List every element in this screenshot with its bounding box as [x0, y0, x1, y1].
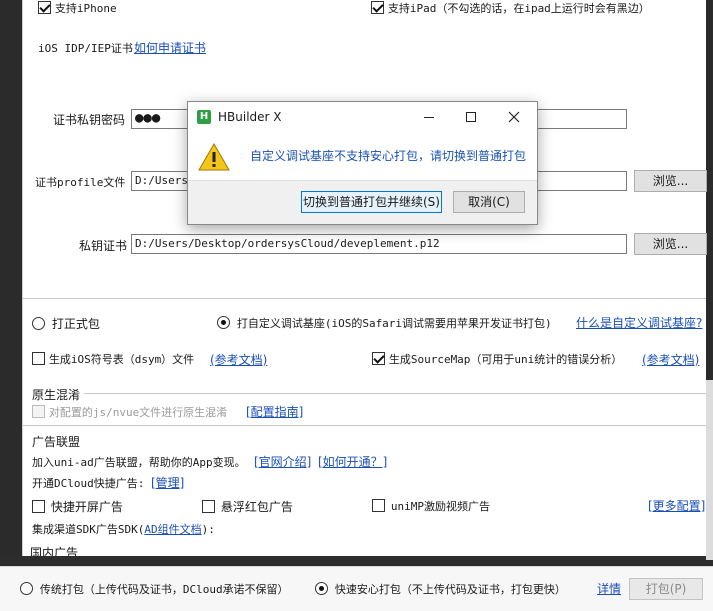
- private-key-label: 私钥证书: [79, 239, 128, 253]
- details-link[interactable]: 详情: [597, 580, 621, 597]
- ad-section-divider: [23, 425, 706, 426]
- support-iphone-label: 支持iPhone: [54, 2, 117, 15]
- apply-cert-link[interactable]: 如何申请证书: [134, 39, 206, 56]
- close-icon[interactable]: [501, 106, 527, 128]
- custom-debug-option[interactable]: 打自定义调试基座(iOS的Safari调试需要用苹果开发证书打包): [217, 315, 552, 331]
- bottom-bar: 传统打包（上传代码及证书，DCloud承诺不保留） 快速安心打包（不上传代码及证…: [0, 566, 713, 611]
- hbuilder-logo-icon: H: [197, 110, 211, 124]
- ad-open-text: 开通DCloud快捷广告:: [32, 477, 145, 490]
- ad-intro-link[interactable]: [官网介绍]: [254, 453, 311, 470]
- sourcemap-checkbox[interactable]: [372, 352, 385, 365]
- float-red-ad-label: 悬浮红包广告: [220, 500, 293, 514]
- private-key-input[interactable]: D:/Users/Desktop/ordersysCloud/devepleme…: [131, 234, 627, 254]
- splash-ad-checkbox[interactable]: [32, 500, 45, 513]
- formal-package-radio[interactable]: [32, 317, 45, 330]
- what-is-custom-debug-link[interactable]: 什么是自定义调试基座?: [576, 314, 702, 331]
- formal-package-label: 打正式包: [51, 317, 100, 331]
- fast-safe-pack-option[interactable]: 快速安心打包（不上传代码及证书，打包更快）: [315, 581, 566, 597]
- left-dark-panel: [0, 0, 22, 560]
- fast-safe-pack-radio[interactable]: [315, 582, 328, 595]
- dialog-message: 自定义调试基座不支持安心打包，请切换到普通打包: [250, 149, 527, 163]
- dialog-content: 自定义调试基座不支持安心打包，请切换到普通打包: [188, 132, 537, 180]
- private-key-browse-button[interactable]: 浏览...: [634, 233, 707, 255]
- support-iphone-checkbox[interactable]: [38, 1, 51, 14]
- ad-how-link[interactable]: [如何开通？]: [318, 453, 387, 470]
- unimp-video-ad-option[interactable]: uniMP激励视频广告: [372, 498, 490, 514]
- unimp-video-ad-label: uniMP激励视频广告: [390, 500, 490, 513]
- sourcemap-label: 生成SourceMap（可用于uni统计的错误分析）: [388, 353, 623, 366]
- dialog-title: HBuilder X: [218, 110, 282, 124]
- splash-ad-option[interactable]: 快捷开屏广告: [32, 498, 123, 515]
- maximize-icon[interactable]: [458, 106, 484, 128]
- formal-package-option[interactable]: 打正式包: [32, 315, 100, 332]
- obfuscate-guide-link[interactable]: [配置指南]: [246, 403, 303, 420]
- cert-profile-browse-button[interactable]: 浏览...: [634, 170, 707, 192]
- support-ipad-label: 支持iPad（不勾选的话，在ipad上运行时会有黑边）: [387, 2, 650, 15]
- dsym-option[interactable]: 生成iOS符号表（dsym）文件: [32, 351, 194, 367]
- splash-ad-label: 快捷开屏广告: [50, 500, 123, 514]
- unimp-video-ad-checkbox[interactable]: [372, 499, 385, 512]
- support-iphone-option[interactable]: 支持iPhone: [38, 0, 117, 16]
- right-dark-strip: [706, 0, 713, 380]
- ad-sdk-prefix: 集成渠道SDK广告SDK(: [32, 523, 145, 536]
- native-mix-divider: [84, 393, 706, 394]
- switch-to-normal-pack-button[interactable]: 切换到普通打包并继续(S): [301, 191, 442, 213]
- cert-type-label: iOS IDP/IEP证书: [38, 42, 133, 55]
- custom-debug-radio[interactable]: [217, 316, 230, 329]
- cert-password-label: 证书私钥密码: [53, 113, 126, 127]
- obfuscate-option: 对配置的js/nvue文件进行原生混淆: [32, 404, 227, 420]
- scrollbar-thumb[interactable]: [706, 380, 713, 560]
- native-mix-title: 原生混淆: [32, 388, 81, 402]
- obfuscate-label: 对配置的js/nvue文件进行原生混淆: [48, 406, 228, 419]
- ad-sdk-text: 集成渠道SDK广告SDK(AD组件文档):: [32, 521, 215, 537]
- obfuscate-checkbox: [32, 405, 45, 418]
- dialog-footer: 切换到普通打包并继续(S) 取消(C): [188, 180, 537, 224]
- pack-button[interactable]: 打包(P): [629, 578, 703, 600]
- dsym-doc-link[interactable]: (参考文档): [210, 351, 267, 368]
- traditional-pack-option[interactable]: 传统打包（上传代码及证书，DCloud承诺不保留）: [20, 581, 289, 597]
- fast-safe-pack-label: 快速安心打包（不上传代码及证书，打包更快）: [334, 583, 566, 596]
- sourcemap-option[interactable]: 生成SourceMap（可用于uni统计的错误分析）: [372, 351, 622, 367]
- sourcemap-doc-link[interactable]: (参考文档): [642, 351, 699, 368]
- section-divider: [23, 298, 706, 299]
- minimize-icon[interactable]: [416, 106, 442, 128]
- ad-more-config-link[interactable]: [更多配置]: [648, 497, 705, 514]
- float-red-ad-option[interactable]: 悬浮红包广告: [202, 498, 293, 515]
- ad-manage-link[interactable]: [管理]: [151, 474, 184, 491]
- traditional-pack-label: 传统打包（上传代码及证书，DCloud承诺不保留）: [39, 583, 289, 596]
- ad-join-text: 加入uni-ad广告联盟，帮助你的App变现。: [32, 456, 246, 469]
- ad-sdk-suffix: ):: [201, 523, 215, 536]
- traditional-pack-radio[interactable]: [20, 582, 33, 595]
- float-red-ad-checkbox[interactable]: [202, 500, 215, 513]
- ad-sdk-doc-link[interactable]: AD组件文档: [144, 523, 201, 536]
- warning-icon: [198, 142, 230, 175]
- support-ipad-option[interactable]: 支持iPad（不勾选的话，在ipad上运行时会有黑边）: [371, 0, 650, 16]
- support-ipad-checkbox[interactable]: [371, 1, 384, 14]
- cert-profile-label: 证书profile文件: [35, 176, 126, 189]
- domestic-ad-label: 国内广告: [30, 546, 79, 556]
- left-panel-edge: [22, 0, 23, 560]
- bottom-dark-strip: [0, 556, 713, 566]
- dsym-checkbox[interactable]: [32, 352, 45, 365]
- switch-pack-dialog: H HBuilder X 自定义调试基座不支持安心打包，请切换到普通打包 切换到…: [187, 101, 538, 225]
- ad-title: 广告联盟: [32, 435, 81, 449]
- dialog-titlebar: H HBuilder X: [188, 102, 537, 132]
- dialog-cancel-button[interactable]: 取消(C): [453, 191, 525, 213]
- custom-debug-label: 打自定义调试基座(iOS的Safari调试需要用苹果开发证书打包): [236, 317, 552, 330]
- dsym-label: 生成iOS符号表（dsym）文件: [48, 353, 195, 366]
